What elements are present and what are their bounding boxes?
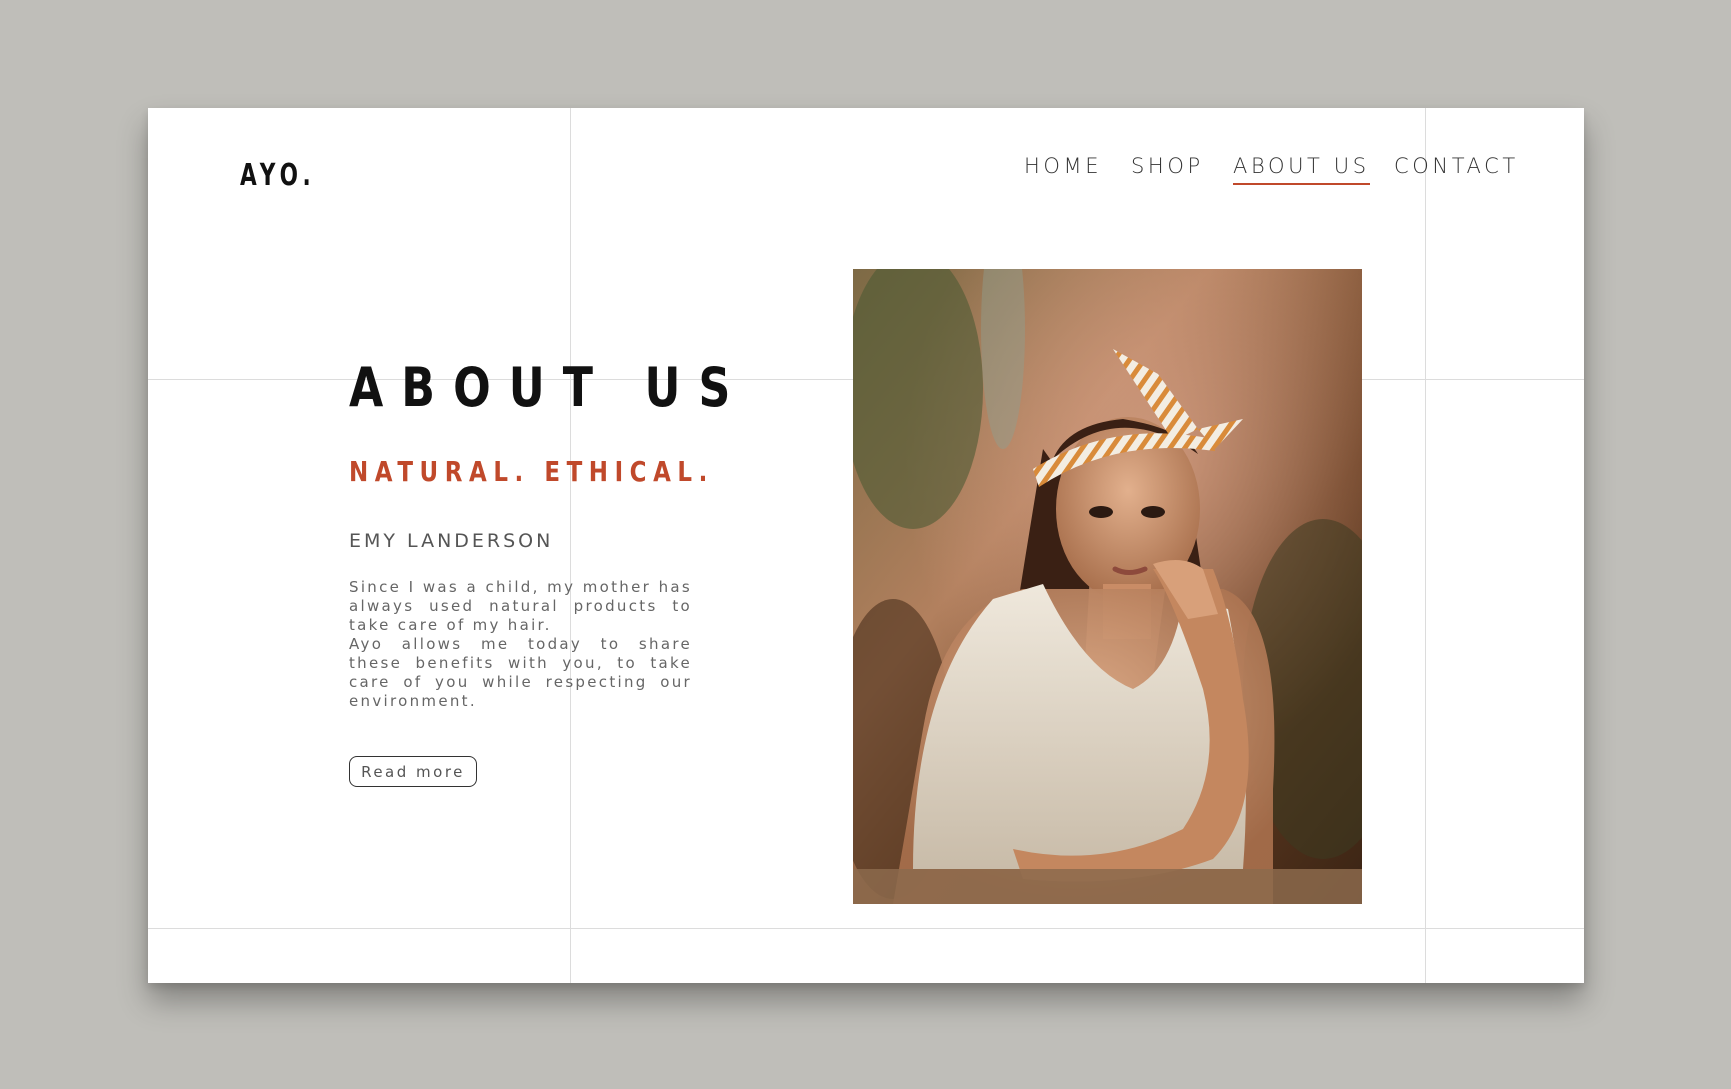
main-nav: HOME SHOP ABOUT US CONTACT: [148, 154, 1584, 194]
about-paragraph: Since I was a child, my mother has alway…: [349, 578, 692, 711]
tagline: NATURAL. ETHICAL.: [349, 455, 714, 488]
nav-shop[interactable]: SHOP: [1131, 154, 1204, 183]
nav-home[interactable]: HOME: [1024, 154, 1102, 183]
grid-line: [1425, 108, 1426, 983]
portrait-photo: [853, 269, 1362, 904]
portrait-illustration: [853, 269, 1362, 904]
paragraph-line: Since I was a child, my mother has alway…: [349, 578, 692, 634]
grid-line: [570, 108, 571, 983]
grid-line: [148, 928, 1584, 929]
read-more-button[interactable]: Read more: [349, 756, 477, 787]
author-name: EMY LANDERSON: [349, 530, 554, 552]
paragraph-line: Ayo allows me today to share these benef…: [349, 635, 692, 710]
page-card: AYO. HOME SHOP ABOUT US CONTACT ABOUT US…: [148, 108, 1584, 983]
nav-contact[interactable]: CONTACT: [1394, 154, 1519, 183]
page-title: ABOUT US: [349, 356, 749, 419]
nav-about-us[interactable]: ABOUT US: [1233, 154, 1370, 185]
